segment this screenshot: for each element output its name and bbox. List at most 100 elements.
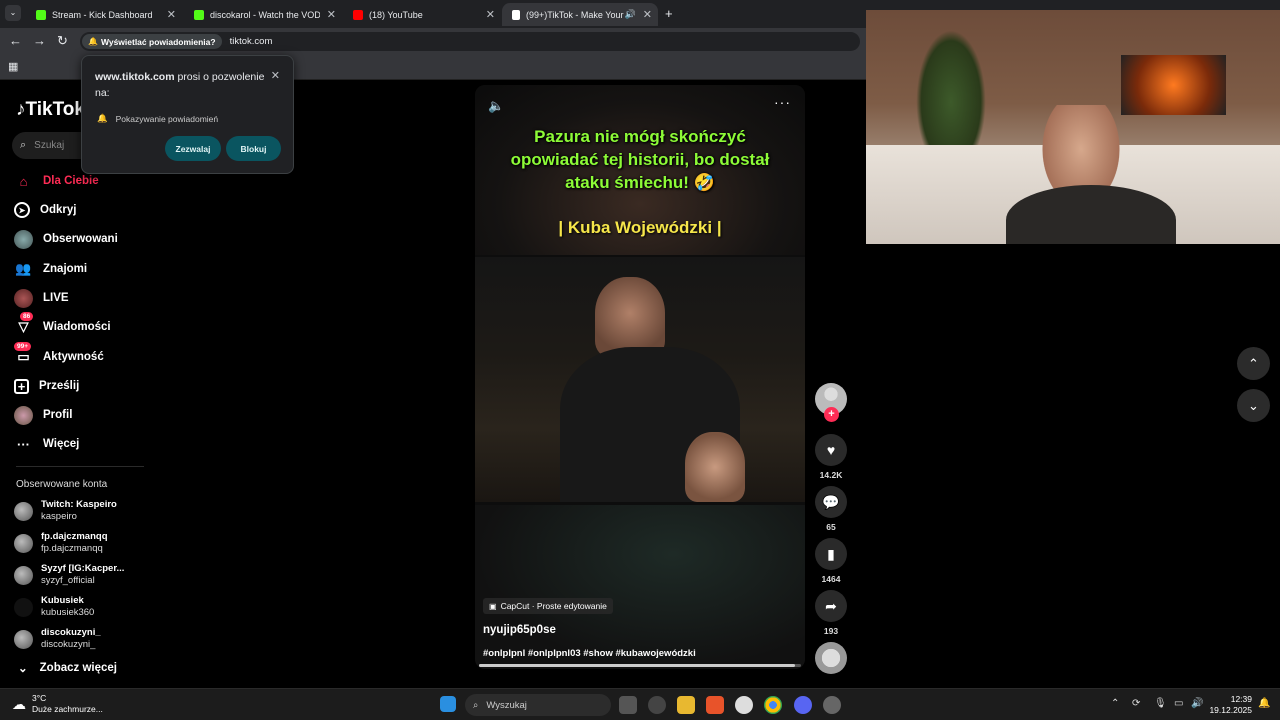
nav-live[interactable]: LIVE bbox=[14, 286, 69, 310]
tab-list-dropdown-icon[interactable]: ⌄ bbox=[5, 5, 21, 21]
allow-button[interactable]: Zezwalaj bbox=[165, 136, 221, 161]
scroll-down-button[interactable]: ⌄ bbox=[1237, 389, 1270, 422]
app-icon[interactable] bbox=[648, 696, 666, 714]
taskbar-search[interactable]: ⌕ Wyszukaj bbox=[465, 694, 611, 716]
share-count: 193 bbox=[823, 626, 839, 636]
notification-bell-icon[interactable]: 🔔 bbox=[1258, 698, 1270, 709]
nav-label: Obserwowani bbox=[43, 233, 118, 245]
webcam-overlay bbox=[866, 10, 1280, 244]
apps-grid-icon[interactable]: ▦ bbox=[8, 60, 18, 73]
close-tab-icon[interactable]: ✕ bbox=[167, 8, 176, 21]
tray-mic-icon[interactable]: 🎙 bbox=[1154, 698, 1167, 709]
permission-chip[interactable]: 🔔 Wyświetlać powiadomienia? bbox=[82, 34, 222, 49]
nav-profile[interactable]: Profil bbox=[14, 403, 72, 427]
comment-icon[interactable]: 💬 bbox=[815, 486, 847, 518]
tray-chevron-up-icon[interactable]: ⌃ bbox=[1111, 698, 1119, 709]
close-icon[interactable]: ✕ bbox=[271, 69, 280, 82]
tab-label: (99+)TikTok - Make Your Da bbox=[526, 9, 628, 20]
task-view-icon[interactable] bbox=[619, 696, 637, 714]
nav-following[interactable]: Obserwowani bbox=[14, 227, 118, 251]
bell-icon: 🔔 bbox=[97, 113, 108, 123]
avatar bbox=[14, 629, 33, 649]
capcut-app-icon[interactable] bbox=[735, 696, 753, 714]
capcut-label[interactable]: ▣ CapCut · Proste edytowanie bbox=[483, 598, 613, 614]
more-options-icon[interactable]: ··· bbox=[774, 94, 791, 110]
nav-label: Profil bbox=[43, 409, 73, 421]
followed-account[interactable]: Twitch: Kaspeiro kaspeiro bbox=[14, 499, 117, 523]
video-person-1 bbox=[595, 277, 665, 357]
followed-account[interactable]: Syzyf [IG:Kacper... syzyf_official bbox=[14, 563, 124, 587]
close-tab-icon[interactable]: ✕ bbox=[486, 8, 495, 21]
account-name: discokuzyni_ bbox=[41, 627, 101, 638]
close-tab-icon[interactable]: ✕ bbox=[643, 8, 652, 21]
taskbar-clock[interactable]: 12:39 19.12.2025 bbox=[1206, 694, 1252, 716]
file-explorer-icon[interactable] bbox=[677, 696, 695, 714]
search-icon: ⌕ bbox=[20, 139, 27, 151]
tab-tiktok[interactable]: (99+)TikTok - Make Your Da 🔊 ✕ bbox=[502, 3, 658, 26]
close-tab-icon[interactable]: ✕ bbox=[327, 8, 336, 21]
brave-browser-icon[interactable] bbox=[706, 696, 724, 714]
upload-icon: + bbox=[14, 378, 29, 394]
clock-date: 19.12.2025 bbox=[1209, 705, 1252, 715]
home-icon: ⌂ bbox=[19, 173, 28, 189]
music-disc-icon[interactable] bbox=[815, 642, 847, 674]
block-button[interactable]: Blokuj bbox=[226, 136, 281, 161]
video-frame bbox=[475, 257, 805, 502]
weather-widget[interactable]: ☁ 3°C Duże zachmurze... bbox=[12, 693, 103, 715]
tiktok-logo[interactable]: ♪TikTok bbox=[16, 99, 85, 121]
nav-activity[interactable]: ▭ 99+ Aktywność bbox=[14, 341, 104, 369]
new-tab-button[interactable]: + bbox=[665, 6, 673, 21]
followed-account[interactable]: Kubusiek kubusiek360 bbox=[14, 595, 94, 619]
chrome-icon[interactable] bbox=[764, 696, 782, 714]
share-action[interactable]: ➦ 193 bbox=[815, 590, 847, 636]
nav-more[interactable]: ··· Więcej bbox=[14, 432, 79, 456]
like-action[interactable]: ♥ 14.2K bbox=[815, 434, 847, 480]
permission-title: www.tiktok.com prosi o pozwolenie na: bbox=[95, 69, 265, 101]
account-handle: discokuzyni_ bbox=[41, 639, 96, 650]
nav-explore[interactable]: ➤ Odkryj bbox=[14, 198, 76, 222]
followed-account[interactable]: discokuzyni_ discokuzyni_ bbox=[14, 627, 101, 651]
permission-chip-label: Wyświetlać powiadomienia? bbox=[100, 36, 216, 47]
save-action[interactable]: ▮ 1464 bbox=[815, 538, 847, 584]
see-more-label: Zobacz więcej bbox=[39, 662, 117, 674]
tray-network-icon[interactable]: ▭ bbox=[1174, 698, 1183, 709]
nav-messages[interactable]: ▽ 86 Wiadomości bbox=[14, 311, 111, 339]
back-arrow-icon[interactable]: ← bbox=[9, 33, 22, 48]
bookmark-icon[interactable]: ▮ bbox=[815, 538, 847, 570]
forward-arrow-icon[interactable]: → bbox=[33, 33, 46, 48]
discord-icon[interactable] bbox=[794, 696, 812, 714]
video-username[interactable]: nyujip65p0se bbox=[483, 624, 556, 636]
reload-icon[interactable]: ↻ bbox=[57, 33, 68, 49]
heart-icon[interactable]: ♥ bbox=[815, 434, 847, 466]
weather-cloud-icon: ☁ bbox=[12, 695, 26, 712]
follow-plus-button[interactable]: + bbox=[824, 407, 839, 422]
tab-discokarol-vod[interactable]: discokarol - Watch the VOD on ✕ bbox=[184, 3, 342, 26]
speaker-icon[interactable]: 🔊 bbox=[625, 9, 636, 20]
tab-label: (18) YouTube bbox=[369, 9, 423, 20]
messages-badge: 86 bbox=[20, 311, 34, 321]
nav-upload[interactable]: + Prześlij bbox=[14, 374, 79, 398]
webcam-fireplace-screen bbox=[1121, 55, 1226, 115]
share-icon[interactable]: ➦ bbox=[815, 590, 847, 622]
settings-gear-icon[interactable] bbox=[823, 696, 841, 714]
volume-icon[interactable]: 🔈 bbox=[488, 98, 504, 114]
video-caption-name: | Kuba Wojewódzki | bbox=[558, 218, 722, 237]
address-bar[interactable]: 🔔 Wyświetlać powiadomienia? tiktok.com bbox=[80, 32, 860, 51]
tab-youtube[interactable]: (18) YouTube ✕ bbox=[343, 3, 501, 26]
tray-volume-icon[interactable]: 🔊 bbox=[1191, 698, 1203, 709]
followed-account[interactable]: fp.dajczmanqq fp.dajczmanqq bbox=[14, 531, 108, 555]
tab-kick-dashboard[interactable]: Stream - Kick Dashboard ✕ bbox=[26, 3, 182, 26]
scroll-up-button[interactable]: ⌃ bbox=[1237, 347, 1270, 380]
sound-disc[interactable] bbox=[815, 642, 847, 674]
bell-icon: 🔔 bbox=[88, 37, 98, 46]
nav-label: Znajomi bbox=[43, 263, 88, 275]
comment-action[interactable]: 💬 65 bbox=[815, 486, 847, 532]
video-progress-bar[interactable] bbox=[479, 664, 801, 667]
video-player[interactable]: Pazura nie mógł skończyć opowiadać tej h… bbox=[475, 85, 805, 669]
nav-label: Więcej bbox=[43, 438, 80, 450]
tray-sync-icon[interactable]: ⟳ bbox=[1132, 698, 1140, 709]
nav-friends[interactable]: 👥 Znajomi bbox=[14, 257, 87, 281]
windows-start-icon[interactable] bbox=[440, 696, 456, 712]
see-more-button[interactable]: ⌄ Zobacz więcej bbox=[18, 661, 117, 675]
video-hashtags[interactable]: #onlplpnl #onlplpnl03 #show #kubawojewód… bbox=[483, 648, 696, 659]
